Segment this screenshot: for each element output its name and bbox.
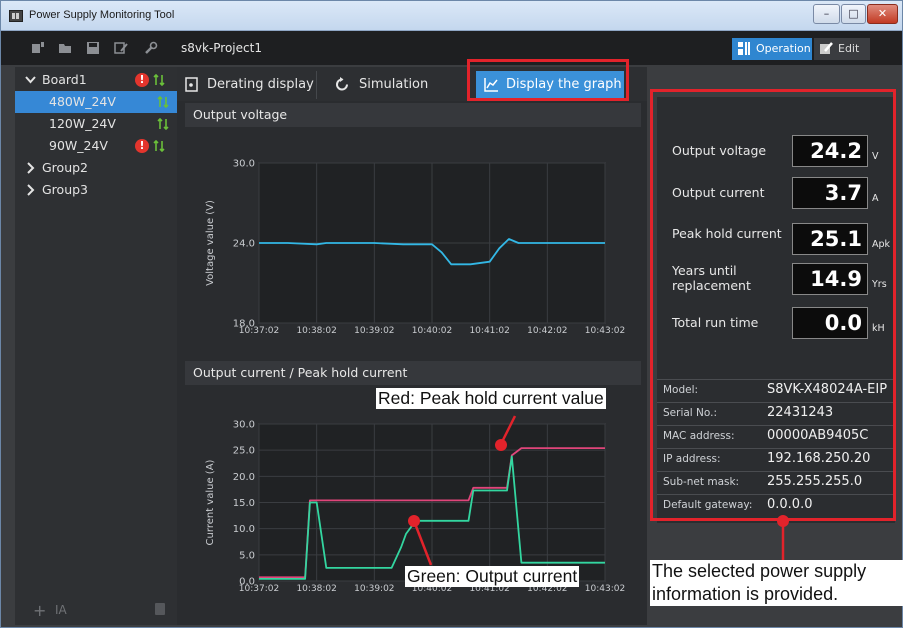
info-annotation: The selected power supply information is…	[650, 560, 903, 606]
peak-hold-annotation: Red: Peak hold current value	[376, 388, 606, 409]
output-callout-dot	[408, 515, 420, 527]
annotation-callouts	[408, 415, 789, 566]
peak-callout-dot	[495, 439, 507, 451]
output-callout-line	[412, 520, 433, 566]
output-current-annotation: Green: Output current	[405, 566, 580, 587]
info-callout-dot	[777, 515, 789, 527]
